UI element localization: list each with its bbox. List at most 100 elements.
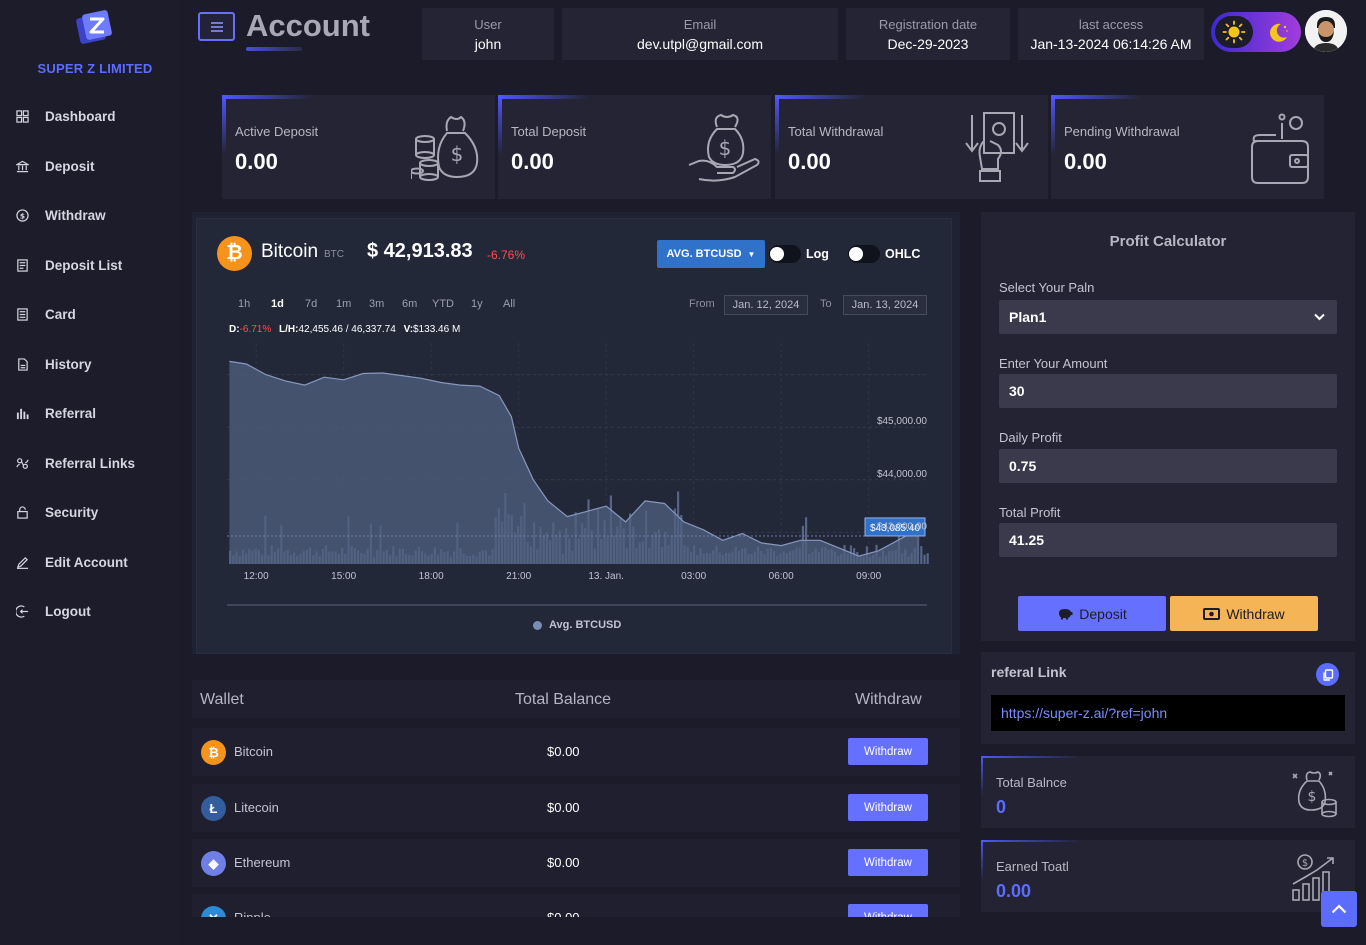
referral-link-card: referal Link https://super-z.ai/?ref=joh…	[981, 652, 1355, 744]
table-row: ◆ Ethereum $0.00 Withdraw	[192, 839, 960, 887]
calc-withdraw-label: Withdraw	[1226, 605, 1285, 622]
sidebar-item-dashboard[interactable]: Dashboard	[0, 92, 180, 142]
y-tick-label: $44,000.00	[877, 469, 927, 480]
plan-label: Select Your Paln	[999, 280, 1095, 295]
money-bag-icon: $	[1292, 771, 1337, 818]
menu-toggle-button[interactable]	[198, 12, 235, 41]
ethereum-icon: ◆	[201, 851, 226, 876]
sidebar-item-withdraw[interactable]: $ Withdraw	[0, 191, 180, 241]
wallet-withdraw-button[interactable]: Withdraw	[848, 794, 928, 821]
wallet-withdraw-button[interactable]: Withdraw	[848, 904, 928, 917]
sidebar-item-label: Referral	[45, 406, 97, 422]
sidebar-item-label: Referral Links	[45, 455, 136, 471]
user-info-box: User john	[422, 8, 554, 60]
sidebar-item-referral[interactable]: Referral	[0, 389, 180, 439]
chevron-up-icon	[1331, 904, 1347, 914]
sidebar-nav: Dashboard Deposit $ Withdraw Deposit Lis…	[0, 92, 180, 637]
wallet-coins-icon	[1251, 113, 1309, 184]
wallet-name: Bitcoin	[234, 744, 274, 759]
volume-bar	[923, 554, 926, 564]
sidebar-item-referral-links[interactable]: Referral Links	[0, 439, 180, 489]
email-label: Email	[683, 17, 717, 32]
file-icon	[18, 358, 28, 371]
page-title: Account	[246, 8, 370, 43]
sidebar-item-card[interactable]: Card	[0, 290, 180, 340]
sidebar-item-edit-account[interactable]: Edit Account	[0, 538, 180, 588]
calc-deposit-button[interactable]: Deposit	[1018, 596, 1166, 631]
users-link-icon	[16, 457, 29, 469]
wallet-withdraw-button[interactable]: Withdraw	[848, 849, 928, 876]
stat-card-pending-withdrawal: Pending Withdrawal 0.00	[1051, 95, 1324, 199]
table-row: ✕ Ripple $0.00 Withdraw	[192, 894, 960, 917]
last-access-label: last access	[1078, 17, 1144, 32]
referral-link-text[interactable]: https://super-z.ai/?ref=john	[991, 695, 1345, 731]
stat-value: 0.00	[788, 149, 831, 174]
stat-label: Total Withdrawal	[788, 124, 884, 139]
calculator-title: Profit Calculator	[1109, 233, 1227, 250]
wallet-name: Ripple	[234, 910, 271, 917]
x-tick-label: 12:00	[244, 571, 269, 582]
list-document-icon	[17, 259, 28, 272]
litecoin-icon: Ł	[201, 796, 226, 821]
daily-profit-label: Daily Profit	[999, 430, 1062, 445]
user-avatar-icon	[1305, 10, 1347, 52]
calc-withdraw-button[interactable]: Withdraw	[1170, 596, 1318, 631]
sidebar-item-label: Logout	[45, 604, 91, 620]
total-profit-label: Total Profit	[999, 505, 1061, 520]
sidebar-item-deposit[interactable]: Deposit	[0, 142, 180, 192]
wallet-table-header: Wallet Total Balance Withdraw	[192, 680, 960, 718]
daily-profit-field: 0.75	[999, 449, 1337, 483]
last-access-info-box: last access Jan-13-2024 06:14:26 AM	[1018, 8, 1204, 60]
amount-input[interactable]: 30	[999, 374, 1337, 408]
wallet-header: Wallet	[200, 691, 244, 708]
sidebar-item-label: Withdraw	[45, 208, 106, 224]
stat-label: Active Deposit	[235, 124, 319, 139]
sidebar-item-label: Security	[45, 505, 99, 521]
sidebar-item-security[interactable]: Security	[0, 488, 180, 538]
stat-value: 0.00	[235, 149, 278, 174]
wallet-balance: $0.00	[547, 855, 580, 870]
stat-value: 0.00	[1064, 149, 1107, 174]
chart-legend[interactable]: Avg. BTCUSD	[533, 619, 621, 631]
price-chart[interactable]: $43,085.40$45,000.00$44,000.00$43,000.00…	[197, 219, 953, 655]
sidebar-item-label: Deposit List	[45, 257, 123, 273]
svg-text:$: $	[1302, 858, 1308, 869]
total-balance-card: Total Balnce 0 $	[981, 756, 1355, 828]
svg-text:$: $	[20, 212, 25, 221]
sidebar-item-deposit-list[interactable]: Deposit List	[0, 241, 180, 291]
bitcoin-icon: ₿	[201, 740, 226, 765]
cash-withdrawal-icon	[965, 112, 1029, 182]
plan-select-value: Plan1	[1009, 309, 1047, 325]
scroll-to-top-button[interactable]	[1321, 891, 1357, 927]
theme-toggle[interactable]	[1211, 12, 1301, 52]
stat-card-total-deposit: Total Deposit 0.00 $	[498, 95, 771, 199]
x-tick-label: 18:00	[419, 571, 444, 582]
svg-text:$: $	[451, 142, 464, 166]
sidebar-item-label: Dashboard	[45, 109, 116, 125]
chevron-down-icon	[1314, 313, 1325, 321]
price-chart-panel: ₿ Bitcoin BTC $ 42,913.83 -6.76% AVG. BT…	[192, 212, 960, 654]
avatar[interactable]	[1305, 10, 1347, 52]
price-area[interactable]	[229, 361, 918, 564]
sidebar-item-history[interactable]: History	[0, 340, 180, 390]
balance-header: Total Balance	[515, 691, 612, 708]
wallet-table: Wallet Total Balance Withdraw ₿ Bitcoin $0…	[192, 680, 960, 917]
copy-link-button[interactable]	[1316, 663, 1339, 686]
table-row: ₿ Bitcoin $0.00 Withdraw	[192, 728, 960, 776]
moon-icon	[1270, 23, 1288, 42]
brand-logo-icon	[76, 10, 112, 44]
last-access-value: Jan-13-2024 06:14:26 AM	[1030, 36, 1192, 52]
referral-title: referal Link	[991, 664, 1067, 680]
email-value: dev.utpl@gmail.com	[637, 36, 763, 52]
sidebar-item-label: History	[45, 356, 92, 372]
profit-calculator: Profit Calculator Select Your Paln Plan1…	[981, 212, 1355, 641]
wallet-withdraw-button[interactable]: Withdraw	[848, 738, 928, 765]
registration-value: Dec-29-2023	[887, 36, 969, 52]
calc-deposit-label: Deposit	[1079, 605, 1127, 622]
brand[interactable]: SUPER Z LIMITED	[0, 8, 190, 76]
stat-value: 0.00	[511, 149, 554, 174]
plan-select[interactable]: Plan1	[999, 300, 1337, 334]
sidebar-item-logout[interactable]: Logout	[0, 587, 180, 637]
hamburger-icon	[210, 21, 223, 32]
withdraw-header: Withdraw	[855, 691, 922, 708]
